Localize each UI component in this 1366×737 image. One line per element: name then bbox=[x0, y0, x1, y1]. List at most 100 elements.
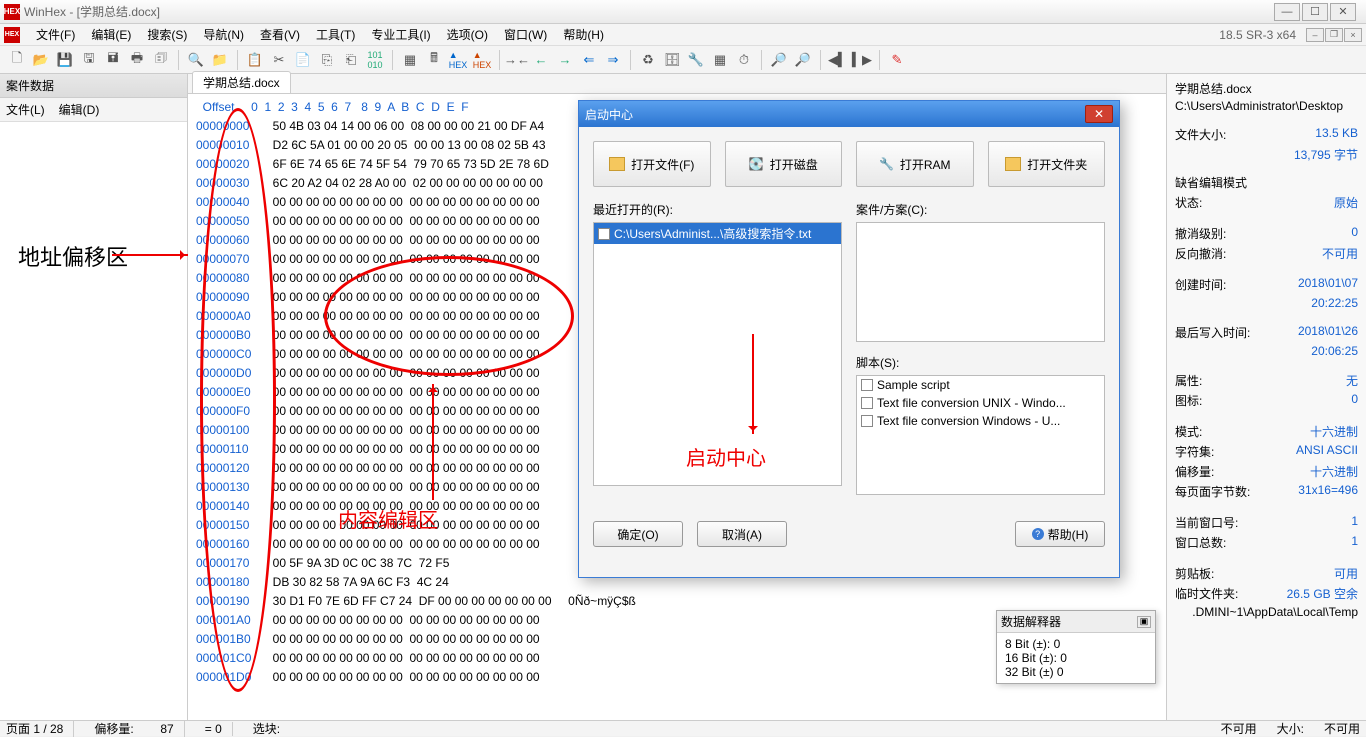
saveall-icon[interactable]: 🖬 bbox=[102, 49, 124, 71]
menu-nav[interactable]: 导航(N) bbox=[195, 24, 252, 45]
recent-label: 最近打开的(R): bbox=[593, 201, 842, 218]
stopwatch-icon[interactable]: ⏱ bbox=[733, 49, 755, 71]
script-label: 脚本(S): bbox=[856, 354, 1105, 371]
hex101-icon[interactable]: 101010 bbox=[364, 49, 386, 71]
analyze-icon[interactable]: 🔍 bbox=[185, 49, 207, 71]
pastehex-icon[interactable]: ⎗ bbox=[340, 49, 362, 71]
status-page: 页面 1 / 28 bbox=[6, 720, 74, 737]
save-icon[interactable]: 🖫 bbox=[78, 49, 100, 71]
version-label: 18.5 SR-3 x64 bbox=[1219, 28, 1300, 42]
file-tab[interactable]: 学期总结.docx bbox=[192, 71, 291, 93]
open-ram-button[interactable]: 🔧打开RAM bbox=[856, 141, 974, 187]
fwd-icon[interactable]: → bbox=[554, 49, 576, 71]
raid-icon[interactable]: 🗄 bbox=[661, 49, 683, 71]
properties-icon[interactable]: 🗊 bbox=[150, 49, 172, 71]
paste-icon[interactable]: 📄 bbox=[292, 49, 314, 71]
help-icon: ? bbox=[1032, 528, 1044, 540]
close-button[interactable]: ✕ bbox=[1330, 3, 1356, 21]
open-file-button[interactable]: 打开文件(F) bbox=[593, 141, 711, 187]
grid-icon[interactable]: ▦ bbox=[709, 49, 731, 71]
script-item[interactable]: Text file conversion Windows - U... bbox=[857, 412, 1104, 430]
ram-icon[interactable]: ▦ bbox=[399, 49, 421, 71]
goto-icon[interactable]: →← bbox=[506, 49, 528, 71]
prev-icon[interactable]: ◀▍ bbox=[827, 49, 849, 71]
calc-icon[interactable]: 🖩 bbox=[423, 49, 445, 71]
back2-icon[interactable]: ⇐ bbox=[578, 49, 600, 71]
minimize-button[interactable]: — bbox=[1274, 3, 1300, 21]
dialog-title: 启动中心 bbox=[585, 106, 1085, 123]
tool-icon[interactable]: 🔧 bbox=[685, 49, 707, 71]
mdi-close-button[interactable]: × bbox=[1344, 28, 1362, 42]
folder-icon bbox=[609, 157, 625, 171]
menu-edit[interactable]: 编辑(E) bbox=[83, 24, 139, 45]
disk-icon: 💽 bbox=[749, 157, 764, 171]
maximize-button[interactable]: ☐ bbox=[1302, 3, 1328, 21]
ram-icon: 🔧 bbox=[879, 157, 894, 171]
file-icon bbox=[861, 397, 873, 409]
menu-view[interactable]: 查看(V) bbox=[252, 24, 308, 45]
sidebar-menu-edit[interactable]: 编辑(D) bbox=[57, 100, 102, 119]
open-folder-button[interactable]: 打开文件夹 bbox=[988, 141, 1106, 187]
menu-file[interactable]: 文件(F) bbox=[28, 24, 83, 45]
menu-window[interactable]: 窗口(W) bbox=[496, 24, 555, 45]
recover-icon[interactable]: ♻ bbox=[637, 49, 659, 71]
menu-search[interactable]: 搜索(S) bbox=[139, 24, 195, 45]
startup-center-dialog: 启动中心 ✕ 打开文件(F) 💽打开磁盘 🔧打开RAM 打开文件夹 最近打开的(… bbox=[578, 100, 1120, 578]
data-interpreter-title: 数据解释器 bbox=[1001, 613, 1061, 630]
script-list[interactable]: Sample script Text file conversion UNIX … bbox=[856, 375, 1105, 495]
fwd2-icon[interactable]: ⇒ bbox=[602, 49, 624, 71]
file-icon bbox=[861, 415, 873, 427]
data-interpreter-panel[interactable]: 数据解释器▣ 8 Bit (±): 0 16 Bit (±): 0 32 Bit… bbox=[996, 610, 1156, 684]
app-icon-small: HEX bbox=[4, 27, 20, 43]
file-icon bbox=[861, 379, 873, 391]
file-icon bbox=[598, 228, 610, 240]
findhex-icon[interactable]: 🔎 bbox=[792, 49, 814, 71]
data-interpreter-close[interactable]: ▣ bbox=[1137, 616, 1151, 628]
cancel-button[interactable]: 取消(A) bbox=[697, 521, 787, 547]
menubar: HEX 文件(F) 编辑(E) 搜索(S) 导航(N) 查看(V) 工具(T) … bbox=[0, 24, 1366, 46]
sidebar-header: 案件数据 bbox=[0, 74, 187, 98]
folder-icon bbox=[1005, 157, 1021, 171]
script-item[interactable]: Text file conversion UNIX - Windo... bbox=[857, 394, 1104, 412]
marker-icon[interactable]: ✎ bbox=[886, 49, 908, 71]
new-icon[interactable]: 🗋 bbox=[6, 49, 28, 71]
copyhex-icon[interactable]: ⎘ bbox=[316, 49, 338, 71]
menu-help[interactable]: 帮助(H) bbox=[555, 24, 612, 45]
sidebar: 案件数据 文件(L) 编辑(D) bbox=[0, 74, 188, 720]
dialog-close-button[interactable]: ✕ bbox=[1085, 105, 1113, 123]
hex-icon[interactable]: ▲HEX bbox=[447, 49, 469, 71]
case-list[interactable] bbox=[856, 222, 1105, 342]
titlebar: HEX WinHex - [学期总结.docx] — ☐ ✕ bbox=[0, 0, 1366, 24]
script-item[interactable]: Sample script bbox=[857, 376, 1104, 394]
recent-list[interactable]: C:\Users\Administ...\高级搜索指令.txt bbox=[593, 222, 842, 486]
statusbar: 页面 1 / 28 偏移量: 87 = 0 选块: 不可用 大小: 不可用 bbox=[0, 720, 1366, 736]
case-label: 案件/方案(C): bbox=[856, 201, 1105, 218]
menu-tools[interactable]: 工具(T) bbox=[308, 24, 363, 45]
back-icon[interactable]: ← bbox=[530, 49, 552, 71]
print-icon[interactable]: 🖶 bbox=[126, 49, 148, 71]
toolbar: 🗋 📂 💾 🖫 🖬 🖶 🗊 🔍 📁 📋 ✂ 📄 ⎘ ⎗ 101010 ▦ 🖩 ▲… bbox=[0, 46, 1366, 74]
next-icon[interactable]: ▍▶ bbox=[851, 49, 873, 71]
cut-icon[interactable]: ✂ bbox=[268, 49, 290, 71]
ok-button[interactable]: 确定(O) bbox=[593, 521, 683, 547]
disk-icon[interactable]: 💾 bbox=[54, 49, 76, 71]
properties-pane: 学期总结.docx C:\Users\Administrator\Desktop… bbox=[1166, 74, 1366, 720]
case-icon[interactable]: 📁 bbox=[209, 49, 231, 71]
open-disk-button[interactable]: 💽打开磁盘 bbox=[725, 141, 843, 187]
sidebar-body bbox=[0, 122, 187, 720]
app-icon: HEX bbox=[4, 4, 20, 20]
prop-filename: 学期总结.docx bbox=[1175, 80, 1358, 97]
find-icon[interactable]: 🔎 bbox=[768, 49, 790, 71]
window-title: WinHex - [学期总结.docx] bbox=[24, 3, 1274, 20]
help-button[interactable]: ?帮助(H) bbox=[1015, 521, 1105, 547]
hex2-icon[interactable]: ▲HEX bbox=[471, 49, 493, 71]
recent-item[interactable]: C:\Users\Administ...\高级搜索指令.txt bbox=[594, 223, 841, 244]
open-icon[interactable]: 📂 bbox=[30, 49, 52, 71]
menu-options[interactable]: 选项(O) bbox=[439, 24, 496, 45]
sidebar-menu-file[interactable]: 文件(L) bbox=[4, 100, 47, 119]
mdi-minimize-button[interactable]: – bbox=[1306, 28, 1324, 42]
copy-icon[interactable]: 📋 bbox=[244, 49, 266, 71]
prop-path: C:\Users\Administrator\Desktop bbox=[1175, 99, 1358, 113]
mdi-restore-button[interactable]: ❐ bbox=[1325, 28, 1343, 42]
menu-protools[interactable]: 专业工具(I) bbox=[363, 24, 438, 45]
